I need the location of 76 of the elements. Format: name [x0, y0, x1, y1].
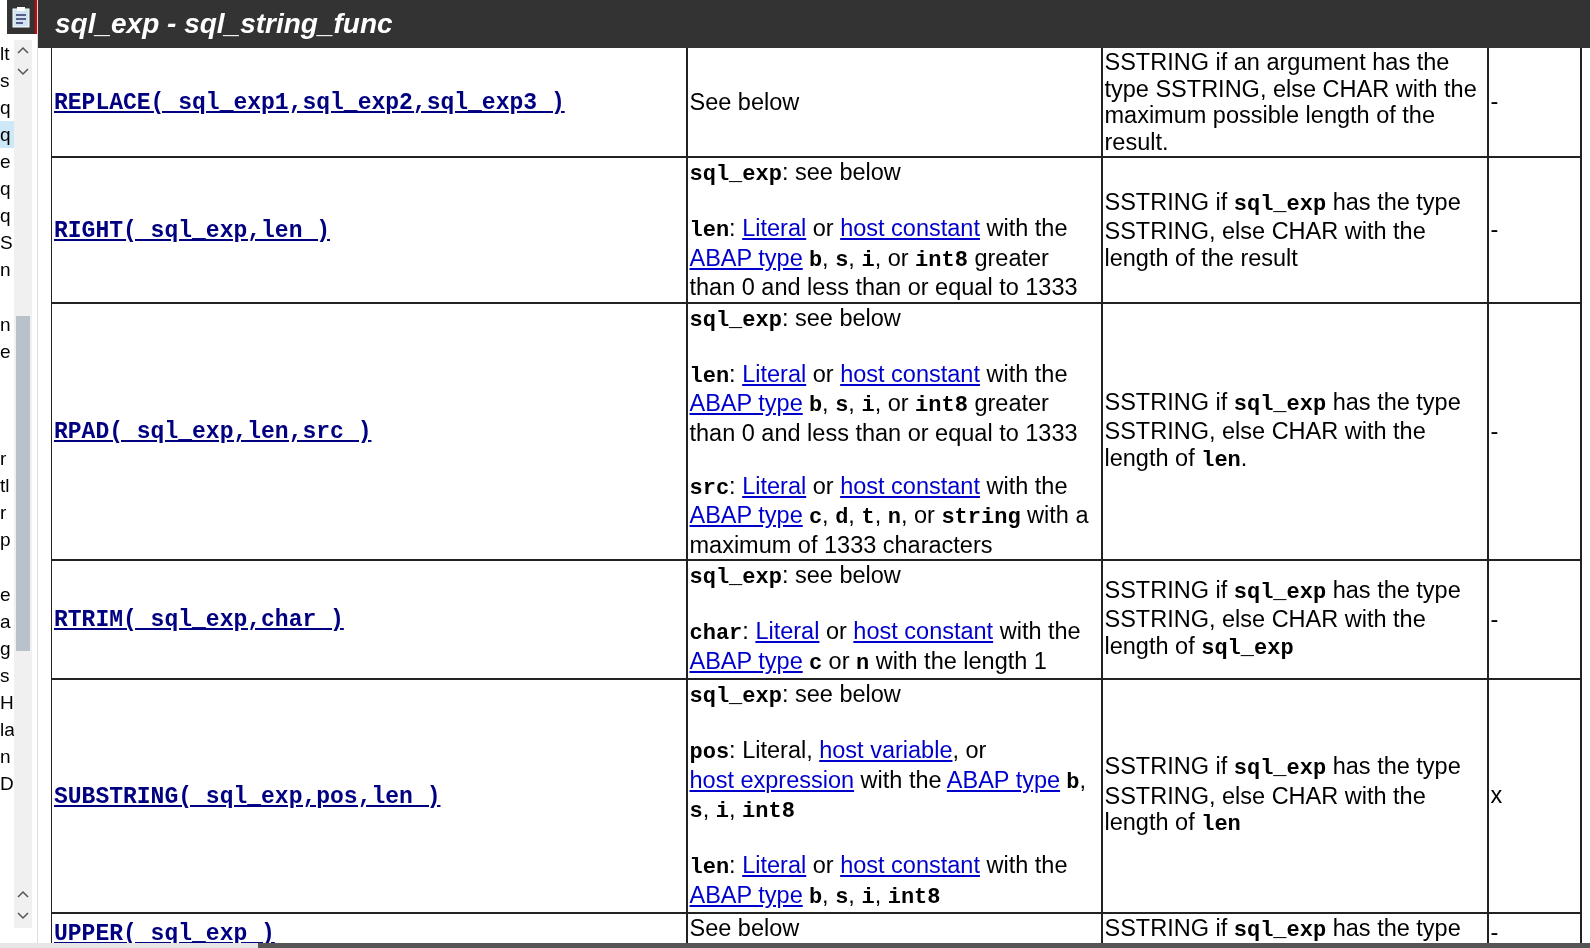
link[interactable]: host expression	[689, 766, 855, 793]
sidebar-item[interactable]: r	[0, 445, 14, 472]
link[interactable]: ABAP type	[689, 647, 803, 674]
link[interactable]: Literal	[742, 215, 807, 241]
function-link[interactable]: RIGHT( sql_exp,len )	[54, 217, 331, 244]
sidebar-item[interactable]: q	[0, 202, 14, 229]
sidebar-item[interactable]: lt	[0, 40, 14, 67]
description-text: sql_exp: see below	[689, 562, 902, 592]
sidebar-item[interactable]: q	[0, 175, 14, 202]
sidebar-item[interactable]: n	[0, 311, 14, 338]
description-text: sql_exp: see below	[689, 304, 902, 334]
flag-text: -	[1490, 417, 1499, 444]
link[interactable]: Literal	[742, 472, 807, 499]
sidebar-item[interactable]: D	[0, 770, 14, 797]
link[interactable]: ABAP type	[689, 502, 803, 528]
flag-text: -	[1490, 88, 1499, 115]
link[interactable]: ABAP type	[946, 766, 1061, 793]
sidebar-item[interactable]: q	[0, 121, 14, 148]
function-link[interactable]: REPLACE( sql_exp1,sql_exp2,sql_exp3 )	[54, 89, 565, 116]
flag-text: -	[1490, 605, 1499, 632]
result-text: SSTRING if sql_exp has the type SSTRING, else CHAR with the length of len.	[1104, 388, 1462, 474]
result-text: SSTRING if sql_exp has the type SSTRING, else CHAR with the length of sql_exp	[1104, 576, 1462, 663]
description-text: sql_exp: see below	[689, 159, 902, 189]
link[interactable]: host constant	[840, 852, 980, 878]
sidebar-item[interactable]: la	[0, 716, 14, 743]
description-text: See below	[689, 88, 801, 116]
link[interactable]: ABAP type	[689, 244, 803, 271]
result-text: SSTRING if sql_exp has the type SSTRING, else CHAR with the length of len	[1104, 753, 1462, 839]
result-text: SSTRING if sql_exp has the type	[1104, 915, 1462, 945]
result-text: SSTRING if sql_exp has the type SSTRING, else CHAR with the length of the result	[1104, 188, 1462, 271]
sidebar-item[interactable]: q	[0, 94, 14, 121]
link[interactable]: Literal	[742, 360, 807, 387]
result-text: SSTRING if an argument has the type SSTRING, else CHAR with the maximum possible length of the result.	[1104, 49, 1478, 155]
link[interactable]: host constant	[840, 215, 980, 241]
description-text: pos: Literal, host variable, or host expression with the ABAP type b, s, i, int8	[689, 737, 1087, 826]
horizontal-scrollbar[interactable]	[0, 943, 1590, 948]
function-link[interactable]: SUBSTRING( sql_exp,pos,len )	[54, 783, 441, 810]
sidebar-item[interactable]: S	[0, 229, 14, 256]
sidebar-item[interactable]: e	[0, 581, 14, 608]
link[interactable]: host variable	[819, 737, 953, 763]
sidebar-item[interactable]: s	[0, 662, 14, 689]
sidebar-item[interactable]: p	[0, 526, 14, 553]
link[interactable]: ABAP type	[689, 881, 803, 908]
link[interactable]: host constant	[840, 360, 980, 387]
scrollbar[interactable]	[14, 40, 32, 928]
page-title: sql_exp - sql_string_func	[55, 7, 393, 41]
function-link[interactable]: RPAD( sql_exp,len,src )	[54, 419, 372, 445]
sidebar-item[interactable]: r	[0, 499, 14, 526]
flag-text: -	[1490, 216, 1499, 243]
sidebar-item[interactable]: g	[0, 635, 14, 662]
scrollbar-thumb[interactable]	[258, 943, 1590, 948]
sidebar-item[interactable]: a	[0, 608, 14, 635]
link[interactable]: host constant	[840, 472, 980, 499]
description-text: char: Literal or host constant with the ABAP type c or n with the length 1	[689, 618, 1082, 677]
flag-text: -	[1490, 919, 1499, 945]
link[interactable]: Literal	[742, 852, 807, 878]
description-text: src: Literal or host constant with the ABAP type c, d, t, n, or string with a maximum of 1333 characters	[689, 472, 1090, 558]
sidebar-item[interactable]: n	[0, 743, 14, 770]
document-icon[interactable]	[7, 0, 37, 34]
sidebar-item[interactable]: tl	[0, 472, 14, 499]
description-text: len: Literal or host constant with the ABAP type b, s, i, int8	[689, 852, 1069, 911]
description-text: sql_exp: see below	[689, 681, 902, 711]
description-text: len: Literal or host constant with the ABAP type b, s, i, or int8 greater than 0 and less than or equal to 1333	[689, 360, 1079, 446]
scrollbar-thumb[interactable]	[16, 316, 30, 651]
flag-text: x	[1490, 782, 1503, 809]
link[interactable]: host constant	[853, 618, 994, 644]
sidebar-item[interactable]: n	[0, 256, 14, 283]
sidebar-item[interactable]: e	[0, 148, 14, 175]
sidebar-item[interactable]: H	[0, 689, 14, 716]
sidebar-item[interactable]: s	[0, 67, 14, 94]
link[interactable]: Literal	[755, 618, 820, 644]
function-link[interactable]: RTRIM( sql_exp,char )	[54, 607, 344, 634]
link[interactable]: ABAP type	[689, 390, 803, 416]
description-text: len: Literal or host constant with the ABAP type b, s, i, or int8 greater than 0 and less than or equal to 1333	[689, 215, 1079, 301]
sidebar-item[interactable]: e	[0, 338, 14, 365]
description-text: See below	[689, 915, 801, 942]
